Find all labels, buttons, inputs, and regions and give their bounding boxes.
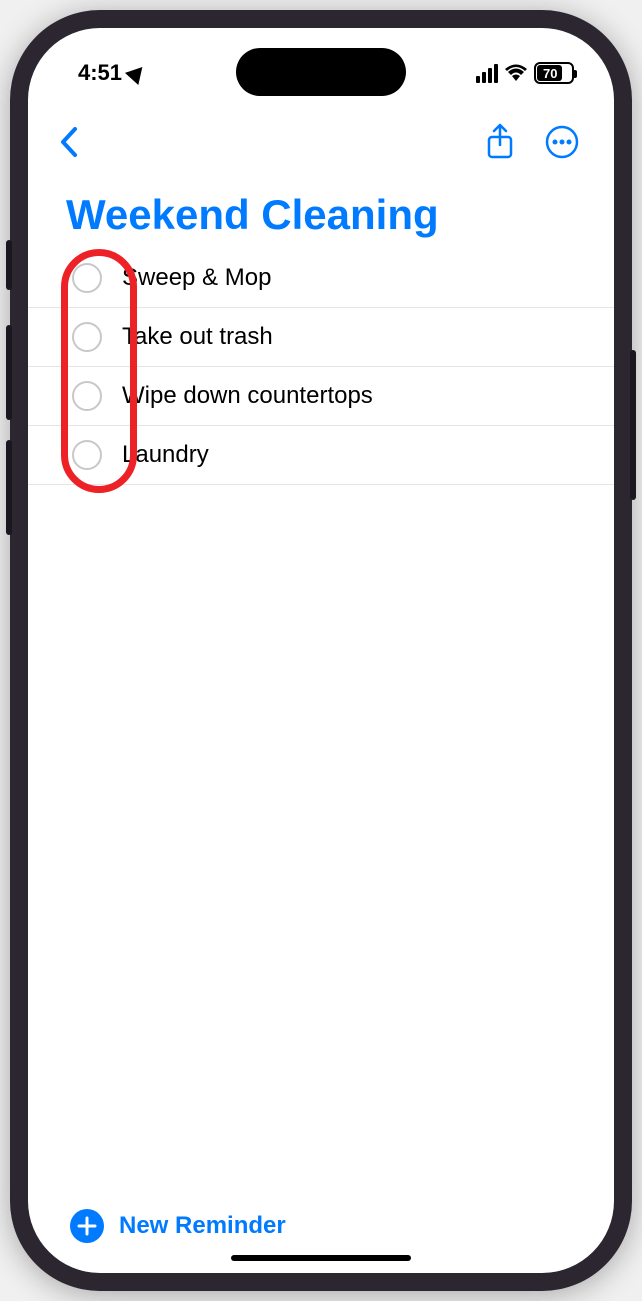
silent-switch <box>6 240 12 290</box>
list-item[interactable]: Wipe down countertops <box>28 367 614 426</box>
status-right: 70 <box>476 62 574 84</box>
location-icon <box>125 61 149 85</box>
screen: 4:51 70 <box>28 28 614 1273</box>
list-title[interactable]: Weekend Cleaning <box>28 171 614 249</box>
reminders-list: Sweep & Mop Take out trash Wipe down cou… <box>28 249 614 1189</box>
home-indicator[interactable] <box>231 1255 411 1261</box>
wifi-icon <box>504 64 528 82</box>
reminder-label[interactable]: Sweep & Mop <box>122 264 271 292</box>
nav-bar <box>28 98 614 171</box>
list-item[interactable]: Laundry <box>28 426 614 485</box>
volume-down-button <box>6 440 12 535</box>
more-button[interactable] <box>545 125 579 159</box>
list-item[interactable]: Sweep & Mop <box>28 249 614 308</box>
reminder-label[interactable]: Take out trash <box>122 323 273 351</box>
complete-circle-icon[interactable] <box>72 263 102 293</box>
volume-up-button <box>6 325 12 420</box>
status-time: 4:51 <box>78 60 122 86</box>
complete-circle-icon[interactable] <box>72 322 102 352</box>
share-button[interactable] <box>485 123 515 161</box>
back-button[interactable] <box>58 125 80 159</box>
list-item[interactable]: Take out trash <box>28 308 614 367</box>
status-left: 4:51 <box>78 60 146 86</box>
reminder-label[interactable]: Laundry <box>122 441 209 469</box>
reminder-label[interactable]: Wipe down countertops <box>122 382 373 410</box>
complete-circle-icon[interactable] <box>72 440 102 470</box>
battery-icon: 70 <box>534 62 574 84</box>
complete-circle-icon[interactable] <box>72 381 102 411</box>
dynamic-island <box>236 48 406 96</box>
iphone-frame: 4:51 70 <box>10 10 632 1291</box>
power-button <box>630 350 636 500</box>
cellular-icon <box>476 64 498 83</box>
new-reminder-button[interactable]: New Reminder <box>119 1212 286 1240</box>
add-icon[interactable] <box>70 1209 104 1243</box>
battery-percent: 70 <box>543 66 557 81</box>
